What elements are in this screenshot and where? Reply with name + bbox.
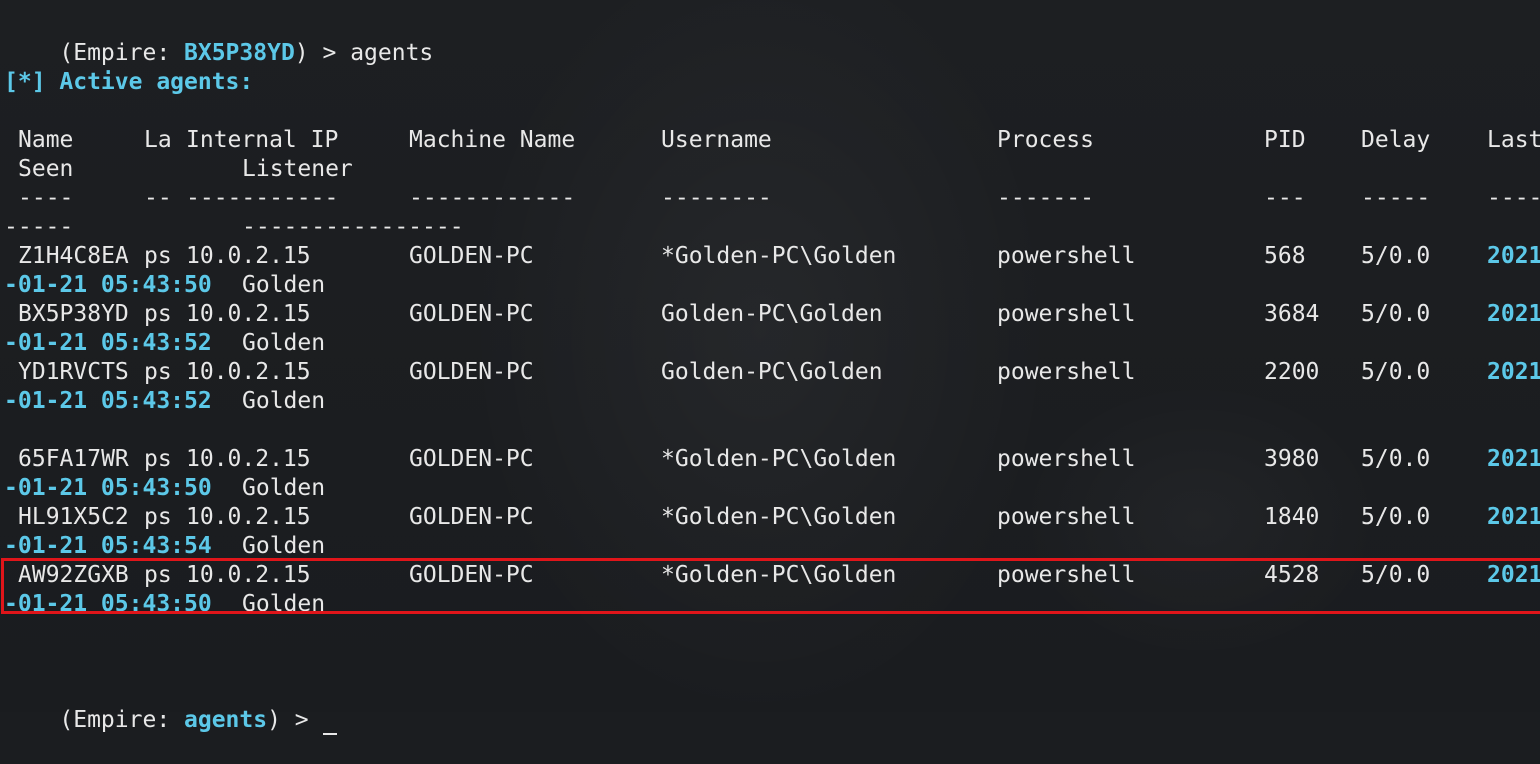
prompt-open: (Empire: xyxy=(59,40,185,66)
prompt-context: BX5P38YD xyxy=(184,40,295,66)
agent-pid: 568 xyxy=(1264,243,1306,269)
sep-ip: ----------- xyxy=(186,185,339,211)
sep-delay: ----- xyxy=(1361,185,1431,211)
agent-delay: 5/0.0 xyxy=(1361,359,1431,385)
col-la: La xyxy=(144,127,172,153)
agent-pid: 3980 xyxy=(1264,446,1320,472)
agent-name: Z1H4C8EA xyxy=(18,243,129,269)
prompt-open: (Empire: xyxy=(59,707,185,733)
agent-process: powershell xyxy=(997,359,1136,385)
prompt-command: agents xyxy=(350,40,434,66)
agent-process: powershell xyxy=(997,504,1136,530)
agent-username: Golden-PC\Golden xyxy=(661,359,883,385)
agent-delay: 5/0.0 xyxy=(1361,243,1431,269)
agent-listener: Golden xyxy=(242,533,326,559)
agent-machine-name: GOLDEN-PC xyxy=(409,359,534,385)
agent-last-seen: -01-21 05:43:50 xyxy=(4,272,212,298)
col-delay: Delay xyxy=(1361,127,1431,153)
sep-pid: --- xyxy=(1264,185,1306,211)
agent-name: 65FA17WR xyxy=(18,446,129,472)
agent-machine-name: GOLDEN-PC xyxy=(409,504,534,530)
prompt-close: ) > xyxy=(294,40,351,66)
agent-delay: 5/0.0 xyxy=(1361,504,1431,530)
col-listener: Listener xyxy=(242,156,353,182)
cursor-caret xyxy=(322,711,337,735)
sep-seen-wrap: ----- xyxy=(4,214,74,240)
sep-listener: ---------------- xyxy=(242,214,464,240)
agent-username: Golden-PC\Golden xyxy=(661,301,883,327)
agent-username: *Golden-PC\Golden xyxy=(661,446,897,472)
agent-last-seen-year: 2021 xyxy=(1487,359,1540,385)
agent-machine-name: GOLDEN-PC xyxy=(409,301,534,327)
col-process: Process xyxy=(997,127,1094,153)
agent-pid: 3684 xyxy=(1264,301,1320,327)
agent-internal-ip: 10.0.2.15 xyxy=(186,446,311,472)
col-username: Username xyxy=(661,127,772,153)
sep-username: -------- xyxy=(661,185,772,211)
agent-name: BX5P38YD xyxy=(18,301,129,327)
sep-process: ------- xyxy=(997,185,1094,211)
agent-delay: 5/0.0 xyxy=(1361,446,1431,472)
agent-language: ps xyxy=(144,243,172,269)
agent-listener: Golden xyxy=(242,330,326,356)
agent-language: ps xyxy=(144,359,172,385)
col-name: Name xyxy=(18,127,74,153)
agent-delay: 5/0.0 xyxy=(1361,301,1431,327)
agent-last-seen-year: 2021 xyxy=(1487,446,1540,472)
agent-internal-ip: 10.0.2.15 xyxy=(186,504,311,530)
col-machine-name: Machine Name xyxy=(409,127,576,153)
col-last: Last xyxy=(1487,127,1540,153)
agent-listener: Golden xyxy=(242,475,326,501)
agent-language: ps xyxy=(144,301,172,327)
agent-machine-name: GOLDEN-PC xyxy=(409,243,534,269)
agent-language: ps xyxy=(144,504,172,530)
agent-last-seen-year: 2021 xyxy=(1487,301,1540,327)
agent-process: powershell xyxy=(997,446,1136,472)
agent-internal-ip: 10.0.2.15 xyxy=(186,243,311,269)
sep-last: ---- xyxy=(1487,185,1540,211)
agent-name: HL91X5C2 xyxy=(18,504,129,530)
sep-machine: ------------ xyxy=(409,185,576,211)
agent-internal-ip: 10.0.2.15 xyxy=(186,301,311,327)
agent-last-seen-year: 2021 xyxy=(1487,243,1540,269)
agent-last-seen-year: 2021 xyxy=(1487,504,1540,530)
highlight-box xyxy=(1,558,1540,614)
agent-process: powershell xyxy=(997,243,1136,269)
sep-la: -- xyxy=(144,185,172,211)
prompt-line-2[interactable]: (Empire: agents) > xyxy=(4,677,337,735)
agent-internal-ip: 10.0.2.15 xyxy=(186,359,311,385)
agent-listener: Golden xyxy=(242,272,326,298)
agent-last-seen: -01-21 05:43:52 xyxy=(4,388,212,414)
agent-username: *Golden-PC\Golden xyxy=(661,504,897,530)
prompt-context: agents xyxy=(184,707,268,733)
agent-process: powershell xyxy=(997,301,1136,327)
prompt-close: ) > xyxy=(267,707,323,733)
agent-pid: 1840 xyxy=(1264,504,1320,530)
prompt-line-1: (Empire: BX5P38YD) > agents xyxy=(4,10,433,66)
col-internal-ip: Internal IP xyxy=(186,127,339,153)
agent-language: ps xyxy=(144,446,172,472)
col-pid: PID xyxy=(1264,127,1306,153)
active-agents-header: [*] Active agents: xyxy=(4,69,254,95)
col-seen-wrap: Seen xyxy=(18,156,74,182)
agent-pid: 2200 xyxy=(1264,359,1320,385)
agent-last-seen: -01-21 05:43:50 xyxy=(4,475,212,501)
agent-username: *Golden-PC\Golden xyxy=(661,243,897,269)
agent-name: YD1RVCTS xyxy=(18,359,129,385)
terminal-window[interactable]: (Empire: BX5P38YD) > agents [*] Active a… xyxy=(0,0,1540,735)
agent-listener: Golden xyxy=(242,388,326,414)
agent-last-seen: -01-21 05:43:54 xyxy=(4,533,212,559)
agent-last-seen: -01-21 05:43:52 xyxy=(4,330,212,356)
sep-name: ---- xyxy=(18,185,74,211)
agent-machine-name: GOLDEN-PC xyxy=(409,446,534,472)
